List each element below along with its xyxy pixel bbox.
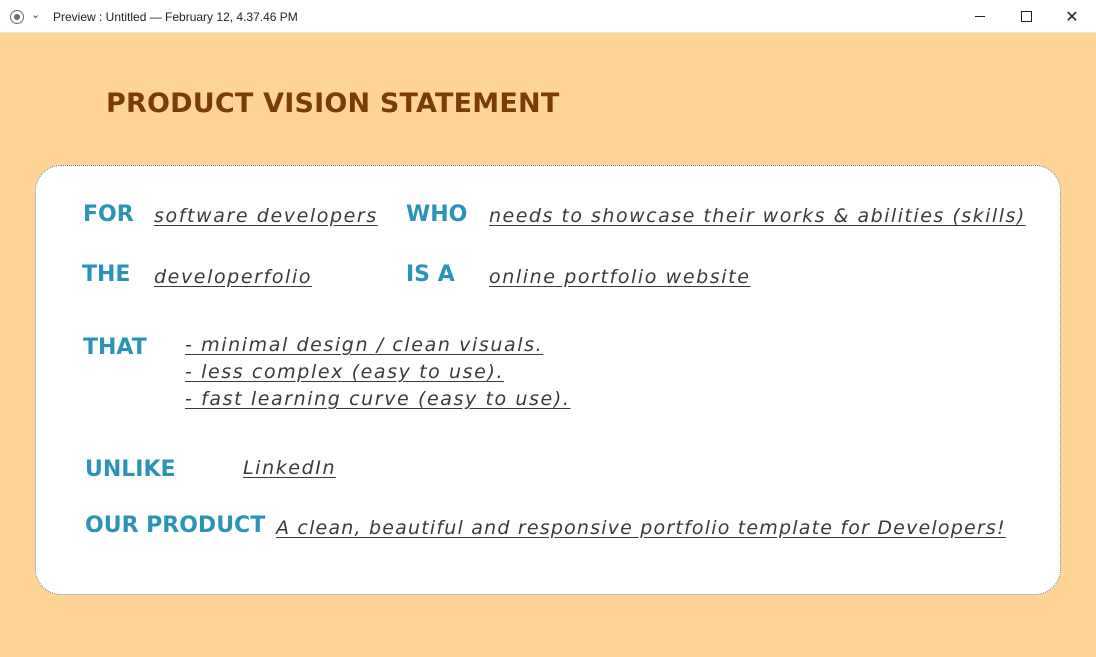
that-item: - fast learning curve (easy to use). (185, 388, 571, 410)
minimize-icon (975, 16, 985, 17)
for-value: software developers (154, 205, 378, 227)
maximize-button[interactable] (1003, 0, 1049, 33)
our-product-value: A clean, beautiful and responsive portfo… (276, 517, 1006, 539)
close-button[interactable]: ✕ (1049, 0, 1095, 33)
the-label: THE (82, 262, 131, 287)
isa-label: IS A (406, 262, 455, 287)
that-item: - minimal design / clean visuals. (185, 334, 544, 356)
window-title: Preview : Untitled — February 12, 4.37.4… (53, 10, 298, 24)
chevron-down-icon[interactable]: ⌄ (31, 8, 47, 24)
unlike-label: UNLIKE (85, 457, 176, 482)
who-value: needs to showcase their works & abilitie… (489, 205, 1026, 227)
who-label: WHO (406, 202, 468, 227)
isa-value: online portfolio website (489, 266, 751, 288)
record-icon[interactable] (9, 9, 25, 25)
page-title: PRODUCT VISION STATEMENT (106, 88, 560, 119)
our-product-label: OUR PRODUCT (85, 513, 266, 538)
close-icon: ✕ (1065, 6, 1079, 26)
minimize-button[interactable] (957, 0, 1003, 33)
the-value: developerfolio (154, 266, 313, 288)
window-titlebar: ⌄ Preview : Untitled — February 12, 4.37… (0, 0, 1096, 33)
that-item: - less complex (easy to use). (185, 361, 505, 383)
for-label: FOR (83, 202, 134, 227)
maximize-icon (1020, 11, 1032, 22)
unlike-value: LinkedIn (243, 457, 337, 479)
that-label: THAT (83, 335, 147, 360)
